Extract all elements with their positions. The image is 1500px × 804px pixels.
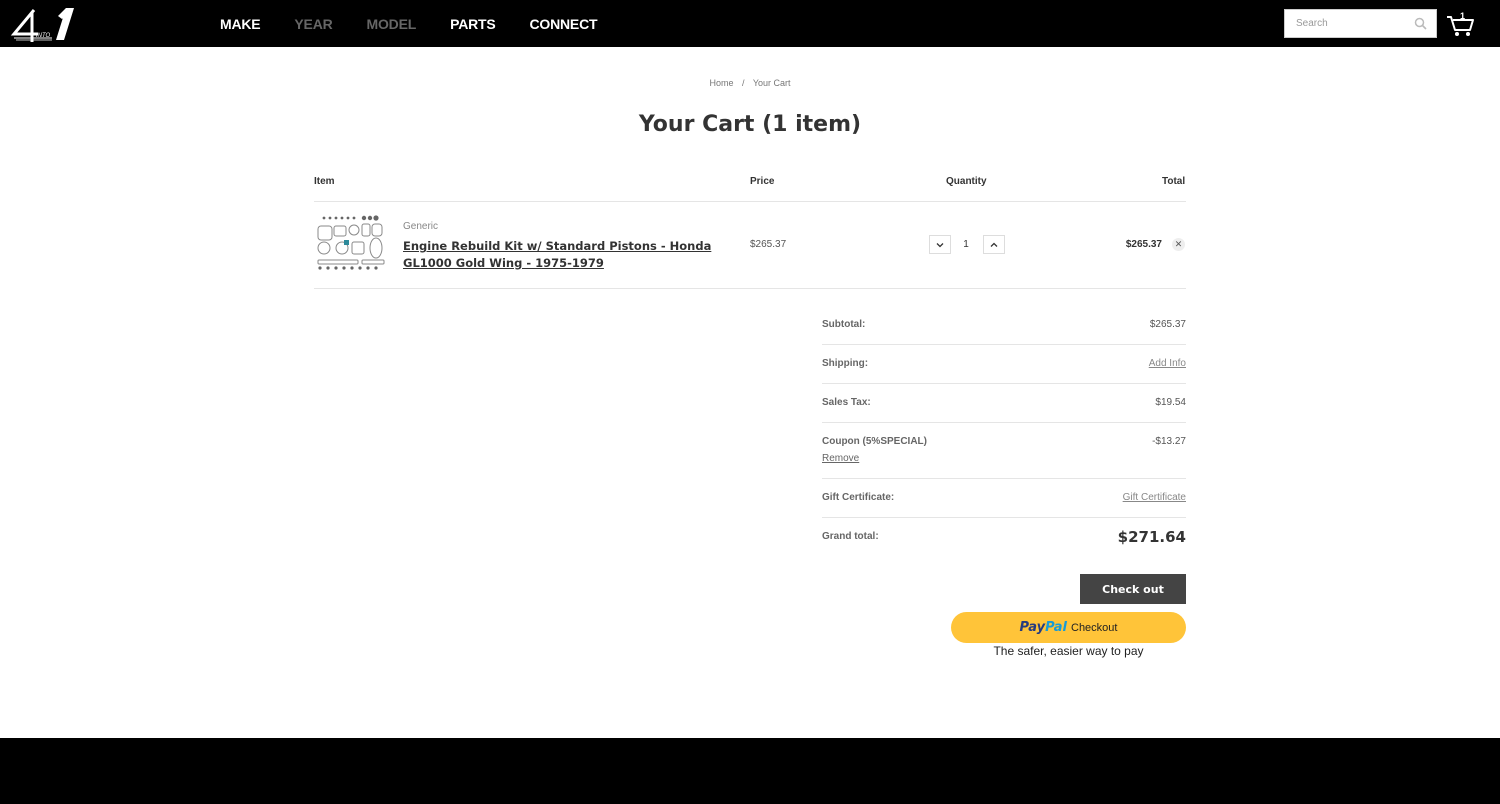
- nav-year[interactable]: YEAR: [294, 16, 332, 32]
- gift-certificate-link[interactable]: Gift Certificate: [1123, 492, 1186, 503]
- nav-connect[interactable]: CONNECT: [530, 16, 598, 32]
- product-thumbnail[interactable]: [314, 214, 388, 272]
- close-icon: ✕: [1174, 239, 1183, 249]
- subtotal-label: Subtotal:: [822, 319, 866, 330]
- page-title: Your Cart (1 item): [638, 112, 862, 137]
- cart-count-badge: 1: [1460, 11, 1466, 21]
- breadcrumb-separator: /: [741, 78, 745, 88]
- paypal-logo-pay: Pay: [1019, 620, 1046, 635]
- quantity-increase-button[interactable]: [983, 235, 1005, 254]
- sales-tax-label: Sales Tax:: [822, 397, 871, 408]
- checkout-button[interactable]: Check out: [1080, 574, 1186, 604]
- grand-total-label: Grand total:: [822, 531, 879, 542]
- item-price: $265.37: [750, 239, 787, 250]
- product-name-link[interactable]: Engine Rebuild Kit w/ Standard Pistons -…: [403, 238, 743, 272]
- search-input[interactable]: [1285, 10, 1405, 37]
- totals-divider: [822, 517, 1186, 518]
- product-brand: Generic: [403, 221, 439, 232]
- paypal-checkout-label: Checkout: [1071, 621, 1118, 634]
- coupon-label: Coupon (5%SPECIAL): [822, 436, 927, 447]
- paypal-checkout-button[interactable]: Pay Pal Checkout: [951, 612, 1186, 643]
- search-icon[interactable]: [1414, 17, 1427, 30]
- nav-make[interactable]: MAKE: [220, 16, 261, 32]
- coupon-value: -$13.27: [1152, 436, 1186, 447]
- quantity-value: 1: [963, 239, 969, 250]
- remove-item-button[interactable]: ✕: [1172, 238, 1185, 251]
- svg-text:INTO: INTO: [36, 33, 51, 39]
- paypal-tagline: The safer, easier way to pay: [993, 644, 1144, 658]
- breadcrumb-home[interactable]: Home: [709, 78, 733, 88]
- totals-divider: [822, 422, 1186, 423]
- chevron-down-icon: [936, 242, 944, 247]
- gift-certificate-label: Gift Certificate:: [822, 492, 895, 503]
- main-nav: MAKE YEAR MODEL PARTS CONNECT: [220, 0, 631, 47]
- grand-total-value: $271.64: [1117, 528, 1186, 546]
- totals-divider: [822, 383, 1186, 384]
- site-header: INTO MAKE YEAR MODEL PARTS CONNECT 1: [0, 0, 1500, 47]
- site-footer: [0, 738, 1500, 804]
- nav-parts[interactable]: PARTS: [450, 16, 496, 32]
- totals-divider: [822, 478, 1186, 479]
- table-divider: [314, 201, 1186, 202]
- totals-divider: [822, 344, 1186, 345]
- column-header-price: Price: [750, 176, 775, 187]
- column-header-item: Item: [314, 176, 335, 187]
- item-total: $265.37: [1125, 239, 1162, 250]
- paypal-logo-pal: Pal: [1045, 620, 1067, 635]
- sales-tax-value: $19.54: [1155, 397, 1186, 408]
- column-header-total: Total: [1162, 176, 1186, 187]
- column-header-quantity: Quantity: [946, 176, 987, 187]
- search-box: [1284, 9, 1437, 38]
- breadcrumb-current: Your Cart: [752, 78, 791, 88]
- nav-model[interactable]: MODEL: [367, 16, 417, 32]
- breadcrumb: Home / Your Cart: [0, 78, 1500, 88]
- site-logo[interactable]: INTO: [8, 4, 80, 44]
- chevron-up-icon: [990, 242, 998, 247]
- quantity-decrease-button[interactable]: [929, 235, 951, 254]
- coupon-remove-link[interactable]: Remove: [822, 453, 859, 464]
- shipping-add-info-link[interactable]: Add Info: [1149, 358, 1186, 369]
- subtotal-value: $265.37: [1149, 319, 1186, 330]
- item-divider: [314, 288, 1186, 289]
- shipping-label: Shipping:: [822, 358, 869, 369]
